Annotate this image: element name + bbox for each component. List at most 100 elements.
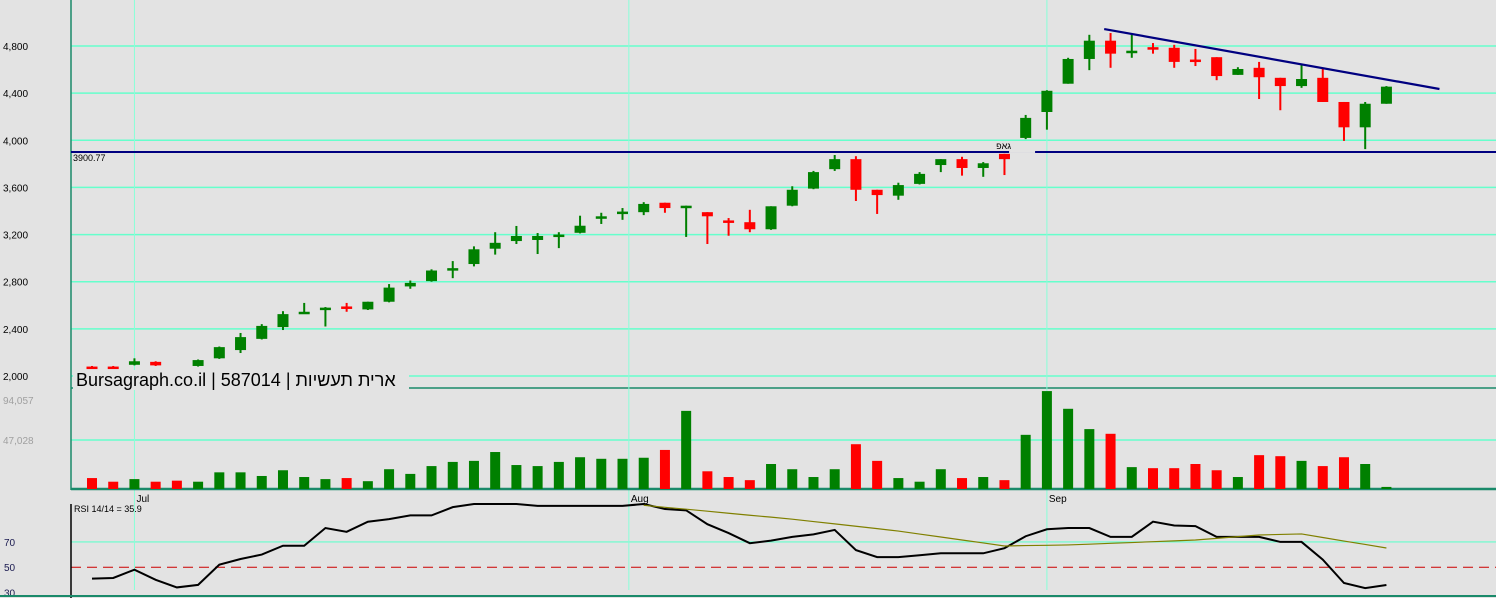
- volume-bar: [1063, 408, 1074, 489]
- volume-bar: [1360, 464, 1371, 489]
- candle-up: [765, 206, 777, 230]
- candle-down: [1189, 59, 1201, 63]
- volume-bar: [1084, 429, 1095, 489]
- volume-bar: [1105, 433, 1116, 489]
- candle-up: [489, 242, 501, 249]
- volume-bar: [1020, 434, 1031, 489]
- price-tick-label: 2,000: [3, 372, 28, 383]
- price-tick-label: 2,800: [3, 278, 28, 289]
- candle-up: [807, 172, 819, 189]
- volume-bar: [235, 472, 246, 489]
- candle-down: [723, 220, 735, 223]
- volume-bar: [1148, 468, 1158, 489]
- volume-bar: [766, 464, 777, 489]
- resistance-trendline: [1104, 27, 1440, 91]
- volume-bar: [957, 478, 968, 489]
- candle-down: [1105, 40, 1117, 54]
- candle-down: [659, 202, 671, 209]
- stock-chart: 2,000 2,400 2,800 3,200 3,600 4,000 4,400 4,800…: [0, 0, 1496, 598]
- candle-up: [1232, 68, 1244, 75]
- candle-up: [1020, 117, 1032, 138]
- candle-up: [892, 185, 904, 196]
- candle-wick: [515, 225, 518, 244]
- candle-down: [341, 306, 353, 309]
- candle-down: [744, 222, 756, 230]
- candle-up: [404, 282, 416, 287]
- candle-down: [850, 159, 862, 190]
- candle-up: [829, 159, 841, 170]
- candle-up: [553, 234, 565, 238]
- candle-down: [1274, 77, 1286, 87]
- volume-bar: [702, 471, 713, 489]
- rsi-tick-label: 50: [4, 563, 16, 574]
- volume-bar: [129, 479, 140, 489]
- volume-bar: [723, 477, 734, 489]
- candle-down: [1338, 101, 1350, 128]
- volume-bar: [277, 470, 288, 489]
- volume-bar: [1275, 456, 1286, 489]
- candle-up: [235, 337, 247, 351]
- volume-bar: [617, 458, 628, 489]
- volume-bar: [575, 457, 586, 489]
- volume-bar: [87, 478, 97, 489]
- volume-bar: [999, 480, 1010, 489]
- candle-up: [617, 211, 628, 215]
- candle-up: [1041, 90, 1053, 112]
- volume-bar: [490, 452, 501, 489]
- x-tick-label: Sep: [1049, 494, 1067, 505]
- volume-bar: [744, 480, 755, 489]
- rsi-line: [91, 502, 1387, 590]
- volume-bar: [1232, 477, 1243, 489]
- candle-up: [362, 301, 374, 310]
- candle-down: [1253, 67, 1265, 78]
- volume-bar: [596, 458, 607, 489]
- candle-down: [1317, 77, 1329, 102]
- candle-up: [574, 225, 586, 233]
- volume-bar: [978, 477, 989, 489]
- volume-bar: [426, 466, 437, 489]
- candle-up: [1380, 86, 1392, 104]
- price-tick-label: 4,000: [3, 136, 28, 147]
- candle-up: [786, 189, 798, 206]
- candle-up: [298, 311, 310, 315]
- candle-up: [595, 216, 607, 219]
- volume-bar: [1338, 457, 1349, 489]
- volume-bar: [1296, 460, 1307, 489]
- candle-down: [107, 366, 119, 370]
- candle-up: [532, 235, 544, 240]
- volume-bar: [872, 460, 883, 489]
- candle-wick: [706, 212, 709, 244]
- candle-up: [977, 163, 989, 168]
- volume-bar: [214, 472, 225, 489]
- candle-wick: [1258, 61, 1261, 100]
- volume-tick-label: 94,057: [3, 396, 34, 407]
- candle-up: [914, 173, 926, 184]
- volume-bar: [320, 479, 331, 489]
- candle-up: [935, 159, 947, 166]
- volume-bar: [171, 480, 182, 489]
- candle-up: [510, 235, 522, 242]
- candle-down: [1168, 47, 1180, 62]
- candle-up: [319, 307, 331, 311]
- candle-up: [447, 268, 459, 271]
- volume-bar: [362, 481, 373, 489]
- volume-bar: [1381, 486, 1392, 489]
- volume-bar: [829, 469, 840, 489]
- candle-wick: [1194, 48, 1197, 67]
- chart-title: Bursagraph.co.il | 587014 | ארית תעשיות: [76, 370, 396, 390]
- price-tick-label: 4,400: [3, 89, 28, 100]
- candle-wick: [1130, 34, 1133, 58]
- volume-bar: [256, 475, 267, 489]
- volume-bar: [659, 449, 670, 489]
- candle-wick: [685, 205, 688, 237]
- candle-down: [998, 153, 1010, 160]
- volume-bar: [808, 477, 819, 489]
- candle-up: [680, 205, 692, 209]
- volume-bar: [553, 461, 564, 489]
- volume-bar: [341, 478, 352, 489]
- price-tick-label: 3,600: [3, 183, 28, 194]
- candle-up: [1062, 58, 1074, 84]
- volume-bar: [468, 460, 479, 489]
- volume-tick-label: 47,028: [3, 436, 34, 447]
- price-tick-label: 4,800: [3, 42, 28, 53]
